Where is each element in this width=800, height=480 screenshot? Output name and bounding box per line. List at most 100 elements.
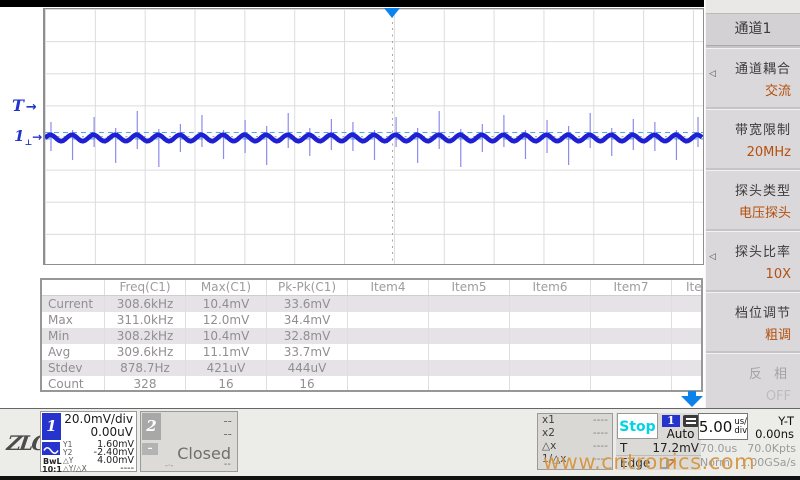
chevron-left-icon: ◁ <box>709 69 716 79</box>
sidebar-item-value: 10X <box>766 267 791 282</box>
measurement-value-cell <box>672 328 703 344</box>
cursor-row: x2 ---- <box>538 427 612 440</box>
cursor-row: x1---- <box>538 414 612 427</box>
chevron-left-icon: ◁ <box>709 252 716 262</box>
measurement-table: Freq(C1)Max(C1)Pk-Pk(C1)Item4Item5Item6I… <box>40 278 703 392</box>
menu-down-arrow-button[interactable] <box>681 391 703 407</box>
measurement-value-cell <box>348 360 429 376</box>
measurement-value-cell: 11.1mV <box>186 344 267 360</box>
channel1-ground-marker[interactable]: 1⊥→ <box>14 127 42 147</box>
sidebar-top-texture <box>706 0 800 14</box>
trigger-arrow-icon: → <box>26 100 37 115</box>
trigger-delay: 0.00ns <box>755 427 794 441</box>
sidebar-item-invert: 反 相 OFF <box>706 353 800 412</box>
measurement-row-max: Max311.0kHz12.0mV34.4mV <box>42 312 701 328</box>
channel2-offset: -- <box>223 427 232 441</box>
measurement-value-cell: 16 <box>186 376 267 392</box>
channel2-scale: -- <box>223 414 232 428</box>
sidebar-item-label: 探头类型 <box>735 180 791 199</box>
measurement-value-cell <box>348 376 429 392</box>
ac-coupling-icon <box>42 442 60 455</box>
channel1-status-box[interactable]: 1 20.0mV/div 0.00uV BwL 10:1 Y11.60mV Y2… <box>40 411 137 472</box>
channel1-marker-label: 1 <box>14 127 24 145</box>
sidebar-channel-menu: 通道1 ◁ 通道耦合 交流 带宽限制 20MHz 探头类型 电压探头 ◁ 探头比… <box>705 0 800 408</box>
bottom-black-strip <box>0 476 800 480</box>
measurement-value-cell <box>591 296 672 312</box>
sidebar-item-bandwidth-limit[interactable]: 带宽限制 20MHz <box>706 109 800 168</box>
measurement-value-cell <box>348 344 429 360</box>
measurement-value-cell <box>591 344 672 360</box>
measurement-value-cell <box>591 376 672 392</box>
channel2-badge: 2 <box>142 413 161 440</box>
measurement-value-cell: 12.0mV <box>186 312 267 328</box>
measurement-value-cell: 444uV <box>267 360 348 376</box>
measurement-value-cell <box>672 344 703 360</box>
timebase-scale-value: 5.00 <box>699 418 732 436</box>
measurement-value-cell <box>672 360 703 376</box>
sidebar-item-value: 电压探头 <box>739 202 791 221</box>
measurement-value-cell <box>672 312 703 328</box>
measurement-value-cell: 328 <box>105 376 186 392</box>
measurement-value-cell <box>348 296 429 312</box>
cursor-value: ---- <box>593 427 608 440</box>
measurement-column-header: Max(C1) <box>186 280 267 295</box>
cursor-value: ---- <box>593 414 608 427</box>
oscilloscope-screen: T→ 1⊥→ Freq(C1)Max(C1)Pk-Pk(C1)Item4Item… <box>0 0 800 480</box>
sidebar-item-label: 带宽限制 <box>735 119 791 138</box>
trigger-mode: Auto <box>661 427 700 441</box>
measurement-row-stdev: Stdev878.7Hz421uV444uV <box>42 360 701 376</box>
measurement-column-header: Item6 <box>510 280 591 295</box>
measurement-value-cell: 308.6kHz <box>105 296 186 312</box>
channel1-waveform <box>45 9 703 264</box>
measurement-value-cell: 311.0kHz <box>105 312 186 328</box>
measurement-row-label: Max <box>42 312 105 328</box>
waveform-display <box>43 8 704 265</box>
measurement-row-label: Count <box>42 376 105 392</box>
measurement-column-header: Item5 <box>429 280 510 295</box>
measurement-value-cell: 421uV <box>186 360 267 376</box>
sidebar-item-probe-ratio[interactable]: ◁ 探头比率 10X <box>706 231 800 290</box>
sidebar-item-coupling[interactable]: ◁ 通道耦合 交流 <box>706 48 800 107</box>
measurement-value-cell: 10.4mV <box>186 296 267 312</box>
timebase-scale-box: 5.00 us/div <box>698 413 748 440</box>
channel1-badge: 1 <box>42 413 61 440</box>
run-state-indicator[interactable]: Stop <box>617 413 658 439</box>
y-cursor-readouts: Y11.60mV Y2-2.40mV △Y4.00mV △Y/△X---- <box>63 441 134 473</box>
measurement-value-cell: 10.4mV <box>186 328 267 344</box>
measurement-value-cell <box>510 344 591 360</box>
cursor-label: x2 <box>542 427 555 440</box>
trigger-level-marker[interactable]: T→ <box>12 96 37 115</box>
sidebar-item-label: 通道耦合 <box>735 58 791 77</box>
measurement-value-cell <box>429 328 510 344</box>
measurement-value-cell <box>429 344 510 360</box>
top-black-strip <box>0 0 704 7</box>
sidebar-item-label: 探头比率 <box>735 241 791 260</box>
sidebar-item-gear-adjust[interactable]: 档位调节 粗调 <box>706 292 800 351</box>
measurement-value-cell <box>591 328 672 344</box>
trigger-level-label: T <box>12 96 24 115</box>
measurement-value-cell <box>591 360 672 376</box>
measurement-value-cell: 16 <box>267 376 348 392</box>
measurement-row-label: Avg <box>42 344 105 360</box>
timebase-unit-bottom: div <box>734 426 747 436</box>
measurement-value-cell <box>348 312 429 328</box>
display-mode: Y-T <box>778 414 794 428</box>
probe-ratio-indicator: 10:1 <box>42 465 62 474</box>
down-arrow-icon <box>681 396 703 407</box>
measurement-value-cell: 308.2kHz <box>105 328 186 344</box>
sidebar-item-value: OFF <box>766 389 791 404</box>
sidebar-header-channel1: 通道1 <box>706 14 800 46</box>
sidebar-item-probe-type[interactable]: 探头类型 电压探头 <box>706 170 800 229</box>
measurement-column-header: Freq(C1) <box>105 280 186 295</box>
measurement-value-cell <box>510 376 591 392</box>
measurement-corner-cell <box>42 280 105 295</box>
measurement-row-label: Min <box>42 328 105 344</box>
measurement-value-cell <box>510 296 591 312</box>
cursor-row: △Y/△X---- <box>63 465 134 473</box>
measurement-value-cell <box>510 328 591 344</box>
measurement-value-cell <box>429 312 510 328</box>
measurement-value-cell: 32.8mV <box>267 328 348 344</box>
measurement-column-header: Item4 <box>348 280 429 295</box>
channel2-status-box[interactable]: 2 -- -- – Closed -·- -- <box>140 411 238 472</box>
trigger-position-marker-icon[interactable] <box>384 8 400 18</box>
